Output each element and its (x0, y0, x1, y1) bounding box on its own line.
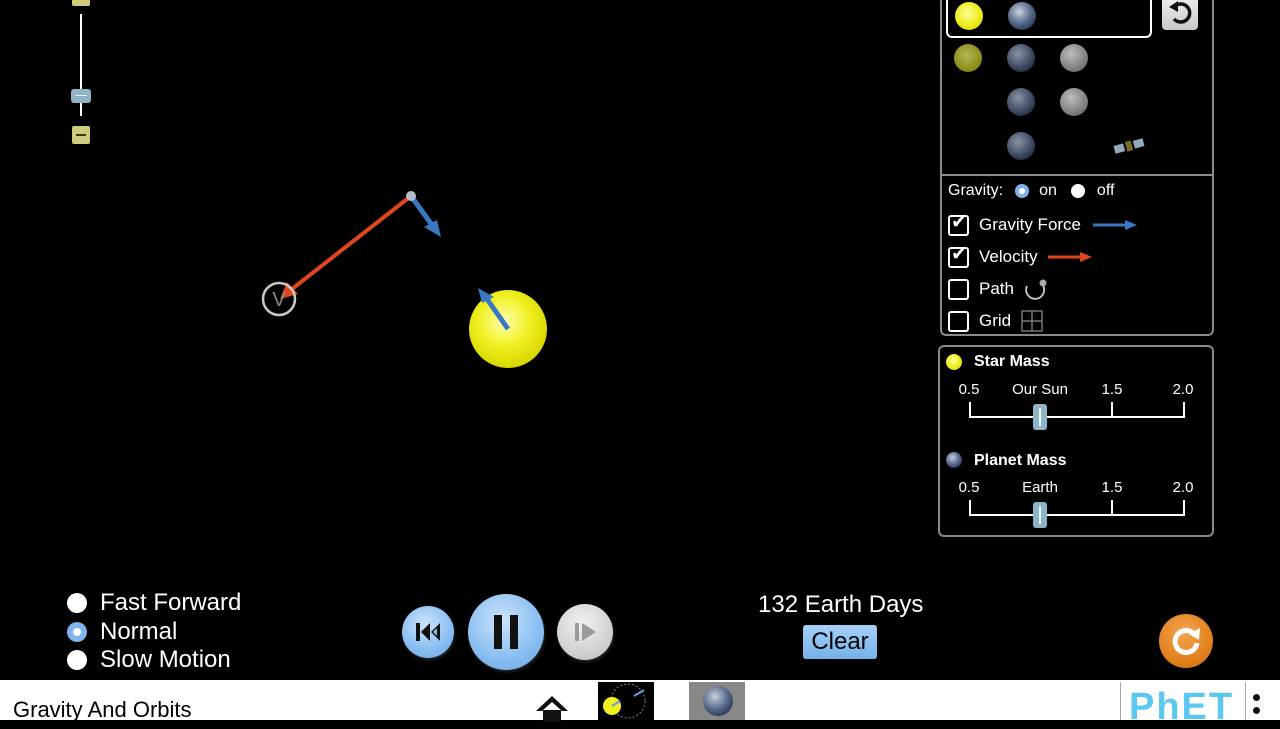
planet-icon (1007, 132, 1035, 160)
fast-forward-radio[interactable] (67, 593, 87, 613)
star-mass-tick: Our Sun (1012, 381, 1068, 398)
fast-forward-label: Fast Forward (100, 589, 242, 616)
slider-tick (1183, 500, 1185, 515)
scene-option-planet-moon[interactable] (1000, 86, 1100, 120)
slider-tick (969, 402, 971, 417)
star-icon (955, 2, 983, 30)
reset-scene-button[interactable] (1162, 0, 1198, 30)
rewind-icon (416, 623, 440, 641)
clear-button[interactable]: Clear (803, 625, 877, 659)
planet-icon (1008, 2, 1036, 30)
planet-gravity-force-arrow (408, 194, 441, 237)
star-mass-tick: 2.0 (1172, 381, 1194, 398)
satellite-icon (1113, 138, 1145, 154)
step-forward-button[interactable] (557, 604, 613, 660)
reset-icon (1172, 627, 1200, 655)
model-screen-icon (603, 683, 646, 719)
slow-motion-label: Slow Motion (100, 646, 231, 673)
reset-all-button[interactable] (1159, 614, 1213, 668)
slider-tick (969, 500, 971, 515)
star-mass-tick: 0.5 (958, 381, 980, 398)
gravity-label: Gravity: (948, 182, 1004, 199)
screen-tab-to-scale[interactable] (689, 682, 745, 720)
gravity-force-checkbox-row[interactable]: Gravity Force (948, 211, 1138, 238)
speed-normal[interactable]: Normal (67, 618, 177, 646)
normal-radio[interactable] (67, 622, 87, 642)
star-mass-slider-thumb[interactable] (1033, 404, 1047, 430)
velocity-checkbox-row[interactable]: Velocity (948, 243, 1092, 270)
path-checkbox[interactable] (948, 278, 969, 300)
mass-panel: Star Mass 0.5 Our Sun 1.5 2.0 Planet Mas… (938, 345, 1214, 537)
sim-title: Gravity And Orbits (13, 697, 192, 722)
planet-body[interactable] (406, 191, 416, 201)
slider-tick (1183, 402, 1185, 417)
gravity-on-radio[interactable] (1015, 184, 1030, 198)
options-menu-button[interactable] (1252, 694, 1260, 718)
velocity-label: Velocity (979, 247, 1038, 266)
slider-tick (1111, 402, 1113, 417)
step-forward-icon (575, 623, 596, 641)
scene-option-planet-satellite[interactable] (1000, 130, 1150, 164)
gravity-off-radio[interactable] (1070, 184, 1085, 198)
phet-logo-text: PhET (1129, 686, 1235, 728)
to-scale-screen-icon (703, 686, 733, 716)
phet-logo[interactable]: PhET (1120, 682, 1246, 728)
velocity-checkbox[interactable] (948, 243, 969, 268)
speed-slow-motion[interactable]: Slow Motion (67, 646, 231, 674)
play-area: V (261, 191, 547, 368)
slider-tick (1111, 500, 1113, 515)
planet-icon (1007, 88, 1035, 116)
slow-motion-radio[interactable] (67, 650, 87, 670)
gravity-force-label: Gravity Force (979, 215, 1082, 234)
grid-checkbox-row[interactable]: Grid (948, 308, 1043, 334)
planet-mass-tick: Earth (1022, 479, 1058, 496)
gravity-force-checkbox[interactable] (948, 211, 969, 236)
planet-icon (1007, 44, 1035, 72)
scene-option-star-planet-moon[interactable] (946, 42, 1096, 76)
planet-mass-tick: 0.5 (958, 479, 980, 496)
velocity-marker[interactable]: V (261, 281, 297, 317)
gravity-toggle: Gravity: on off (940, 176, 1210, 206)
star-mass-icon (946, 354, 962, 370)
home-icon[interactable] (534, 694, 570, 722)
velocity-arrow-icon (1047, 252, 1092, 262)
planet-velocity-arrow[interactable] (280, 194, 413, 299)
moon-icon (1060, 88, 1088, 116)
planet-mass-tick: 1.5 (1101, 479, 1123, 496)
moon-icon (1060, 44, 1088, 72)
speed-fast-forward[interactable]: Fast Forward (67, 589, 241, 617)
star-mass-title: Star Mass (974, 353, 1050, 370)
pause-button[interactable] (468, 594, 544, 670)
grid-label: Grid (979, 311, 1012, 330)
star-icon (954, 44, 982, 72)
planet-mass-slider-thumb[interactable] (1033, 502, 1047, 528)
rewind-button[interactable] (402, 606, 454, 658)
time-readout: 132 Earth Days (758, 591, 924, 618)
normal-label: Normal (100, 618, 178, 645)
scene-option-star-planet[interactable] (946, 0, 1152, 38)
gravity-off-label[interactable]: off (1097, 182, 1115, 200)
visibility-panel: Gravity Force Velocity Path Grid (940, 206, 1214, 336)
planet-mass-slider-track[interactable] (969, 514, 1185, 516)
screen-tab-model[interactable] (598, 682, 654, 720)
gravity-on-label[interactable]: on (1039, 182, 1057, 200)
star-mass-slider-track[interactable] (969, 416, 1185, 418)
grid-icon (1021, 310, 1043, 332)
path-icon (1025, 279, 1047, 300)
pause-icon (494, 615, 518, 649)
planet-mass-tick: 2.0 (1172, 479, 1194, 496)
path-label: Path (979, 279, 1014, 298)
planet-mass-icon (946, 452, 962, 468)
undo-icon (1169, 1, 1192, 24)
navigation-bar: Gravity And Orbits PhET (0, 680, 1280, 728)
path-checkbox-row[interactable]: Path (948, 276, 1048, 302)
planet-mass-title: Planet Mass (974, 452, 1067, 469)
star-mass-tick: 1.5 (1101, 381, 1123, 398)
velocity-marker-label: V (272, 289, 286, 311)
gravity-force-arrow-icon (1093, 220, 1138, 230)
grid-checkbox[interactable] (948, 310, 969, 332)
